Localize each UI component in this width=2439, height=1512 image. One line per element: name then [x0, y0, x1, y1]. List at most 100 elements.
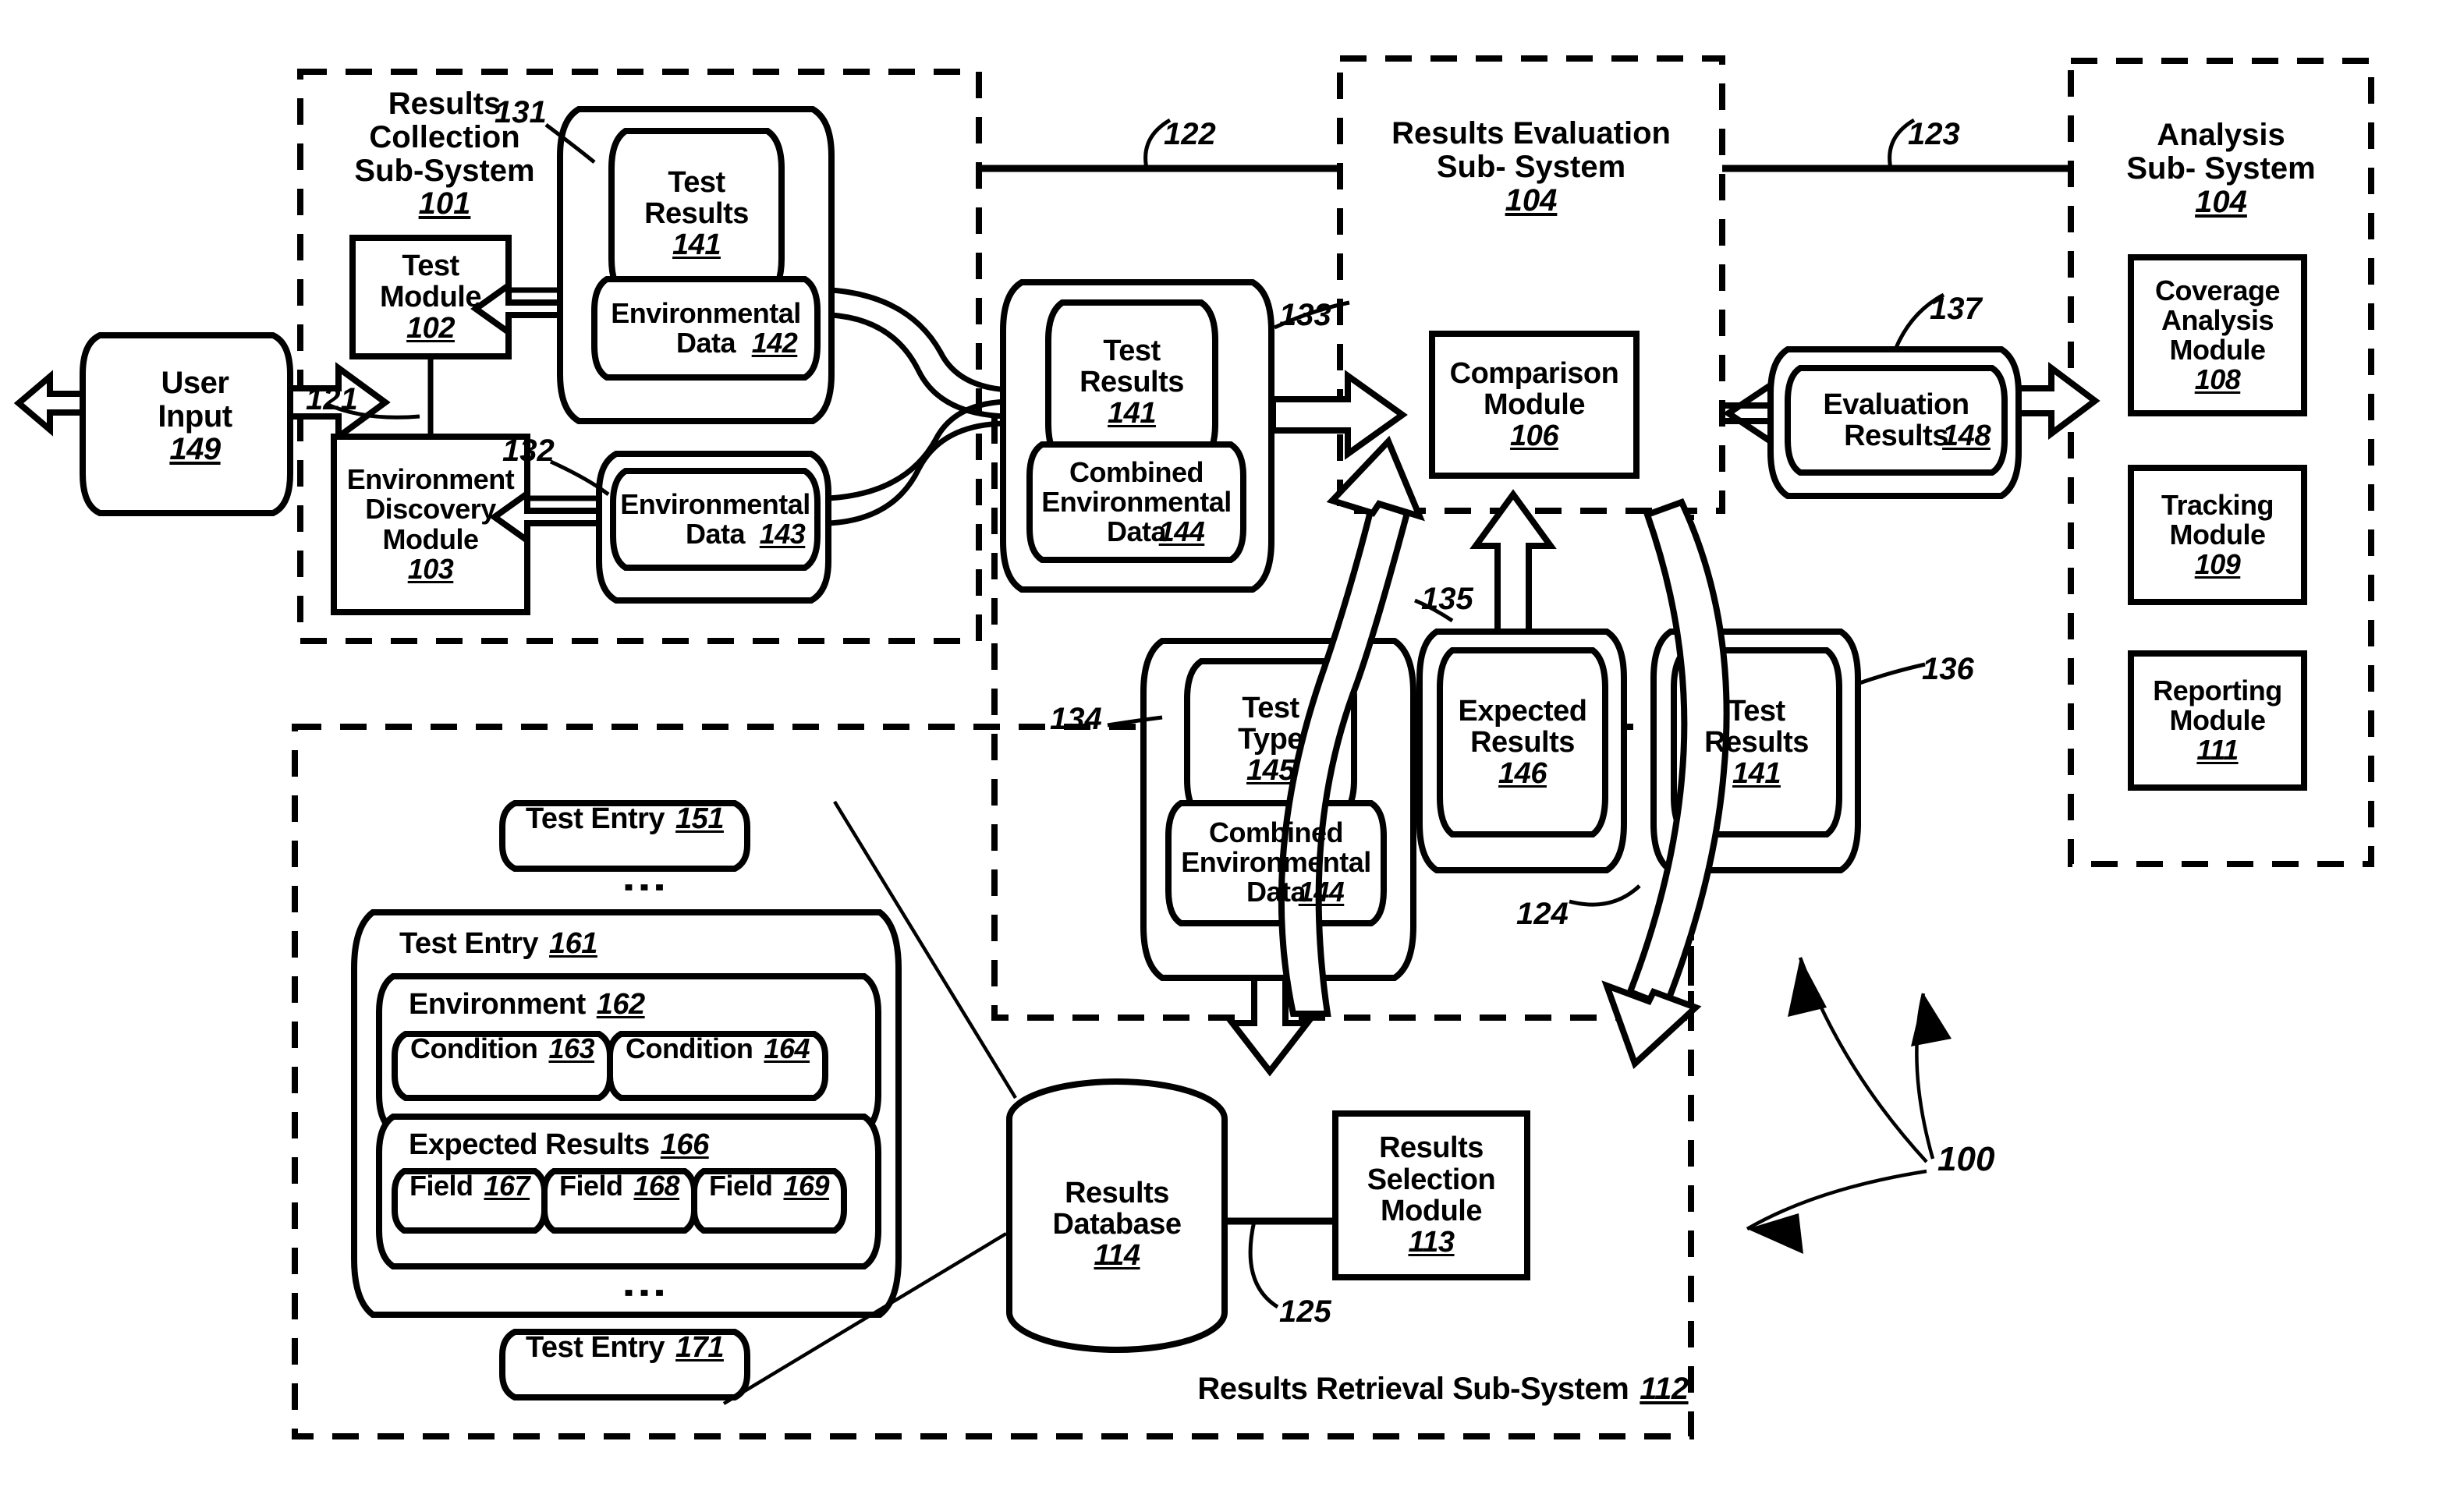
doc-item-ref: 146 [1498, 757, 1547, 791]
test-entry-ref: 161 [549, 927, 597, 960]
reporting-module-text: Reporting Module [2153, 674, 2282, 736]
test-module-ref: 102 [406, 312, 455, 345]
doc-136-test-results-label: Test Results 141 [1674, 650, 1839, 834]
ellipsis-upper: ⋮ [580, 862, 671, 912]
condition-text: Condition [409, 1032, 538, 1064]
ref-137: 137 [1930, 292, 1982, 326]
results-database-ref: 114 [1094, 1239, 1140, 1273]
subsystem-ref: 104 [2195, 184, 2247, 219]
subsystem-line1: Results Retrieval Sub-System [1197, 1372, 1629, 1406]
ref-134: 134 [1050, 702, 1102, 736]
expected-results-text: Expected Results [409, 1128, 650, 1161]
results-selection-module-text: Results Selection Module [1367, 1131, 1496, 1227]
doc-131-env-data-label: Environmental Data 142 [594, 279, 817, 377]
subsystem-line1: Results [388, 87, 502, 121]
field-text: Field [409, 1170, 473, 1202]
doc-item-ref: 144 [1298, 876, 1345, 908]
subsystem-ref: 101 [418, 186, 471, 221]
doc-item-ref: 144 [1158, 515, 1205, 548]
leader-100-up-left [1798, 957, 1928, 1163]
ref-121: 121 [306, 382, 358, 416]
doc-134-test-type-label: Test Type 145 [1187, 661, 1354, 817]
doc-item-ref: 141 [1732, 757, 1781, 791]
condition-163-label: Condition 163 [395, 1032, 610, 1098]
subsystem-ref: 112 [1640, 1372, 1689, 1406]
condition-ref: 163 [548, 1032, 595, 1064]
test-module-label[interactable]: Test Module 102 [353, 238, 509, 356]
condition-ref: 164 [764, 1032, 810, 1064]
field-text: Field [558, 1170, 623, 1202]
subsystem-line3: Sub-System [354, 153, 535, 188]
ref-124: 124 [1516, 897, 1569, 931]
doc-133-test-results-label: Test Results 141 [1048, 303, 1215, 462]
field-ref: 169 [783, 1170, 830, 1202]
leader-100-down-left [1746, 1169, 1927, 1230]
field-ref: 167 [484, 1170, 530, 1202]
coverage-analysis-module-text: Coverage Analysis Module [2154, 274, 2281, 366]
tracking-module-label[interactable]: Tracking Module 109 [2131, 468, 2304, 602]
doc-item-ref: 148 [1942, 420, 1991, 453]
subsystem-ref: 104 [1505, 182, 1558, 218]
reporting-module-ref: 111 [2196, 734, 2239, 767]
user-input-left-arrow [13, 370, 86, 437]
subsystem-line1: Results Evaluation [1391, 116, 1671, 150]
subsystem-line2: Sub- System [2126, 150, 2316, 186]
tracking-module-ref: 109 [2194, 548, 2241, 581]
environment-discovery-module-label[interactable]: Environment Discovery Module 103 [334, 437, 527, 612]
field-169-label: Field 169 [694, 1170, 844, 1230]
comparison-module-label[interactable]: Comparison Module 106 [1432, 334, 1636, 476]
ref-135: 135 [1421, 582, 1473, 616]
ribbon-arrow-right-head [1601, 980, 1702, 1070]
user-input-label: User Input 149 [100, 343, 290, 490]
patent-figure: .solid{fill:none;stroke:#000;stroke-widt… [0, 0, 2439, 1512]
comparison-module-text: Comparison Module [1449, 356, 1619, 421]
doc-item-ref: 142 [751, 327, 798, 359]
doc-item-text: Test Results [1704, 694, 1809, 759]
doc-item-ref: 143 [759, 518, 806, 551]
condition-164-label: Condition 164 [610, 1032, 825, 1098]
reporting-module-label[interactable]: Reporting Module 111 [2131, 653, 2304, 788]
subsystem-line1: Analysis [2157, 118, 2285, 152]
ref-133: 133 [1279, 298, 1331, 332]
ref-136: 136 [1922, 652, 1974, 686]
coverage-analysis-module-label[interactable]: Coverage Analysis Module 108 [2131, 257, 2304, 413]
doc-137-evaluation-results-label: Evaluation Results 148 [1788, 368, 2005, 473]
leader-100-up-left-head [1788, 958, 1827, 1017]
leader-124 [1569, 884, 1641, 907]
doc-item-ref: 145 [1246, 754, 1295, 788]
ref-131: 131 [495, 95, 547, 129]
user-input-ref: 149 [169, 432, 221, 467]
results-selection-module-label[interactable]: Results Selection Module 113 [1335, 1114, 1527, 1277]
field-text: Field [708, 1170, 773, 1202]
ref-123: 123 [1908, 117, 1960, 151]
doc-item-text: Expected Results [1458, 694, 1587, 759]
condition-text: Condition [625, 1032, 753, 1064]
doc-131-test-results-label: Test Results 141 [612, 131, 782, 296]
environment-discovery-module-text: Environment Discovery Module [346, 463, 515, 555]
test-entry-ref: 151 [675, 802, 724, 835]
doc-item-ref: 141 [672, 228, 721, 262]
doc-135-expected-results-label: Expected Results 146 [1440, 650, 1605, 834]
comparison-module-ref: 106 [1510, 420, 1558, 453]
doc-item-text: Test Type [1238, 691, 1303, 756]
doc-item-text: Test Results [1079, 334, 1184, 398]
results-database-text: Results Database [1052, 1176, 1182, 1241]
ellipsis-text: ⋮ [620, 1270, 671, 1315]
test-entry-171-label: Test Entry 171 [502, 1332, 747, 1397]
arrow-doc137-to-analysis [2015, 362, 2100, 440]
tracking-module-text: Tracking Module [2161, 488, 2274, 551]
field-168-label: Field 168 [544, 1170, 694, 1230]
arrow-evaluation-to-doc137 [1719, 379, 1774, 448]
doc-132-env-data-label: Environmental Data 143 [613, 471, 817, 568]
arrow-expected-results-up [1469, 489, 1557, 635]
test-entry-ref: 171 [675, 1331, 724, 1364]
environment-discovery-module-ref: 103 [407, 552, 454, 585]
subsystem-title-analysis: Analysis Sub- System 104 [2071, 119, 2371, 218]
expected-results-166-label: Expected Results 166 [409, 1129, 736, 1168]
ref-100: 100 [1937, 1140, 1995, 1178]
ref-132: 132 [502, 434, 555, 468]
results-database-label[interactable]: Results Database 114 [1009, 1131, 1225, 1318]
subsystem-title-results-evaluation: Results Evaluation Sub- System 104 [1340, 117, 1722, 217]
ref-125: 125 [1279, 1294, 1331, 1329]
subsystem-title-results-retrieval: Results Retrieval Sub-System 112 [1193, 1372, 1693, 1413]
